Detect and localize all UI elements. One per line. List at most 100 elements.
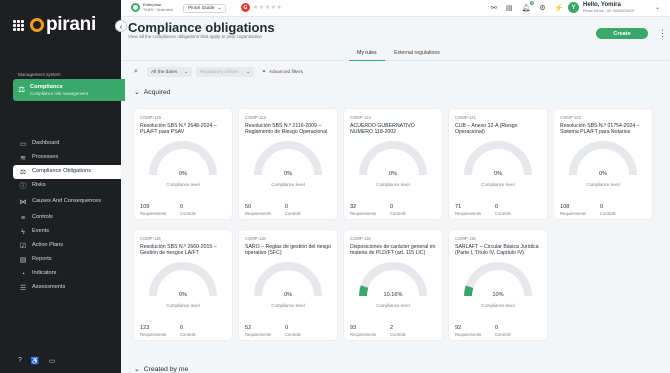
sidebar-collapse-button[interactable]: ‹ bbox=[115, 20, 127, 32]
report-icon: ▤ bbox=[19, 257, 27, 264]
regulatory-influence-select[interactable]: Regulatory influen ⌄ bbox=[196, 67, 254, 77]
dates-select-value: All the dates bbox=[151, 69, 178, 75]
compliance-level-label: Compliance level bbox=[271, 303, 305, 308]
compliance-percent: 10% bbox=[492, 292, 504, 298]
sidebar-nav: ▭ Dashboard ≋ Processes ⚖ Compliance Obligati… bbox=[0, 137, 121, 295]
sidebar-item-causes-and-consequences[interactable]: ⋈ Causes And Consequences bbox=[0, 193, 121, 211]
notifications-icon[interactable]: 🔔︎ 3 bbox=[522, 1, 535, 12]
sidebar-footer: ? ♿ ▭ bbox=[18, 357, 55, 365]
obligation-card[interactable]: COMP-122 ACUERDO GUBERNATIVO NUMERO 118-… bbox=[344, 109, 442, 219]
sidebar-item-dashboard[interactable]: ▭ Dashboard bbox=[0, 137, 121, 151]
sidebar-item-action-plans[interactable]: ☑ Action Plans bbox=[0, 239, 121, 253]
sidebar-item-compliance-obligations[interactable]: ⚖ Compliance Obligations bbox=[13, 165, 121, 179]
tab-my-rules[interactable]: My rules bbox=[349, 50, 385, 61]
rating-widget[interactable]: G ★★★★★ bbox=[241, 3, 282, 12]
compliance-level-label: Compliance level bbox=[271, 182, 305, 187]
sidebar-item-assessments[interactable]: ☰ Assessments bbox=[0, 281, 121, 295]
obligation-title: Resolución SBS N.º 2648-2024 – PLA/FT pa… bbox=[140, 123, 217, 136]
settings-icon[interactable]: ⚙ bbox=[539, 4, 545, 12]
obligation-card[interactable]: COMP-118 SARO – Reglas de gestión del ri… bbox=[239, 230, 337, 340]
share-icon[interactable]: ⚯ bbox=[491, 4, 497, 12]
sidebar-item-risks[interactable]: ⓘ Risks bbox=[0, 179, 121, 193]
environment-switcher[interactable]: Enterprise TABS / Unlimited bbox=[131, 2, 173, 13]
pirani-guide-dropdown[interactable]: Pirani Guide ⌄ bbox=[183, 4, 227, 13]
requirements-label: Requirements bbox=[455, 211, 482, 216]
chevron-down-icon: ⌄ bbox=[245, 69, 250, 75]
dates-select[interactable]: All the dates ⌄ bbox=[147, 67, 192, 77]
controls-count: 0 bbox=[180, 204, 184, 210]
branch-icon: ⋈ bbox=[19, 199, 27, 206]
card-icon[interactable]: ▭ bbox=[49, 357, 56, 365]
requirements-label: Requirements bbox=[245, 332, 272, 337]
compliance-level-label: Compliance level bbox=[166, 303, 200, 308]
obligation-card[interactable]: COMP-116 Disposiciones de carácter gener… bbox=[344, 230, 442, 340]
requirements-count: 93 bbox=[350, 325, 357, 331]
scale-icon: ⚖ bbox=[19, 169, 27, 176]
obligation-card[interactable]: COMP-123 Resolución SBS N.º 2116-2009 – … bbox=[239, 109, 337, 219]
obligation-code: COMP-123 bbox=[245, 115, 266, 120]
sidebar-item-events[interactable]: ϟ Events bbox=[0, 225, 121, 239]
obligation-code: COMP-116 bbox=[350, 236, 371, 241]
sidebar-item-indicators[interactable]: ◔ Indicators bbox=[0, 267, 121, 281]
search-icon[interactable]: ⌕ bbox=[134, 68, 143, 76]
sidebar-item-label: Indicators bbox=[32, 270, 57, 277]
sidebar-item-label: Risks bbox=[32, 182, 46, 189]
brand: pirani bbox=[13, 14, 96, 36]
obligation-title: Disposiciones de carácter general en mat… bbox=[350, 244, 436, 257]
advanced-filters-button[interactable]: ⏷ Advanced filters bbox=[262, 69, 303, 76]
active-system-subtitle: Compliance risk management bbox=[30, 91, 89, 96]
obligation-card[interactable]: COMP-119 Resolución SBS N.º 2660-2015 – … bbox=[134, 230, 232, 340]
app-grid-icon[interactable] bbox=[13, 19, 24, 31]
user-chevron-down-icon[interactable]: ⌄ bbox=[655, 4, 660, 11]
obligation-code: COMP-121 bbox=[455, 115, 476, 120]
accessibility-icon[interactable]: ♿ bbox=[31, 357, 40, 365]
list-icon: ☰ bbox=[19, 285, 27, 292]
compliance-level-label: Compliance level bbox=[376, 182, 410, 187]
avatar: Y bbox=[568, 2, 579, 13]
notification-count: 3 bbox=[530, 1, 535, 5]
controls-count: 0 bbox=[285, 325, 289, 331]
controls-label: Controls bbox=[180, 211, 196, 216]
obligation-card[interactable]: COMP-126 Resolución SBS N.º 2648-2024 – … bbox=[134, 109, 232, 219]
active-system-selector[interactable]: ⚖ Compliance Compliance risk management bbox=[13, 79, 125, 101]
controls-label: Controls bbox=[180, 332, 196, 337]
sidebar: pirani Management system ⚖ Compliance Co… bbox=[0, 0, 125, 373]
sidebar-item-label: Causes And Consequences bbox=[32, 198, 102, 205]
create-button[interactable]: Create bbox=[596, 28, 648, 39]
document-icon[interactable]: ▤ bbox=[506, 4, 513, 12]
controls-label: Controls bbox=[600, 211, 616, 216]
help-icon[interactable]: ? bbox=[18, 357, 22, 365]
sidebar-item-reports[interactable]: ▤ Reports bbox=[0, 253, 121, 267]
compliance-level-label: Compliance level bbox=[166, 182, 200, 187]
requirements-count: 108 bbox=[560, 204, 570, 210]
sidebar-item-controls[interactable]: ≡ Controls bbox=[0, 211, 121, 225]
user-menu[interactable]: Y Hello, Yomira Pirani Demo / ID: 000000… bbox=[568, 2, 634, 13]
integrations-icon[interactable]: ⚡ bbox=[555, 4, 564, 12]
obligation-card[interactable]: COMP-120 Resolución SBS N.º 01754-2024 –… bbox=[554, 109, 652, 219]
section-acquired[interactable]: ⌄ Acquired bbox=[134, 88, 171, 97]
review-badge-icon: G bbox=[241, 3, 250, 12]
obligation-card[interactable]: COMP-121 CUB – Anexo 12-A (Riesgo Operac… bbox=[449, 109, 547, 219]
more-options-icon[interactable]: ⋮ bbox=[658, 28, 667, 39]
requirements-label: Requirements bbox=[140, 211, 167, 216]
obligation-code: COMP-115 bbox=[455, 236, 476, 241]
sidebar-item-processes[interactable]: ≋ Processes bbox=[0, 151, 121, 165]
compliance-gauge bbox=[149, 262, 217, 296]
rating-stars: ★★★★★ bbox=[253, 5, 283, 11]
obligation-title: Resolución SBS N.º 2116-2009 – Reglament… bbox=[245, 123, 328, 136]
sidebar-item-label: Processes bbox=[32, 154, 59, 161]
requirements-label: Requirements bbox=[140, 332, 167, 337]
compliance-gauge bbox=[254, 262, 322, 296]
topbar-actions: ⚯ ▤ 🔔︎ 3 ⚙ ⚡ bbox=[491, 1, 564, 12]
obligation-card[interactable]: COMP-115 SARLAFT – Circular Básica Juríd… bbox=[449, 230, 547, 340]
section-created-by-me[interactable]: ⌄ Created by me bbox=[134, 365, 188, 373]
guide-label: Pirani Guide bbox=[188, 6, 215, 11]
tab-external-regulations[interactable]: External regulations bbox=[394, 50, 440, 61]
compliance-percent: 0% bbox=[388, 171, 398, 177]
compliance-gauge bbox=[359, 141, 427, 175]
obligation-code: COMP-126 bbox=[140, 115, 161, 120]
monitor-icon: ▭ bbox=[19, 141, 27, 148]
compliance-gauge bbox=[149, 141, 217, 175]
bolt-icon: ϟ bbox=[21, 228, 25, 236]
obligation-code: COMP-119 bbox=[140, 236, 161, 241]
